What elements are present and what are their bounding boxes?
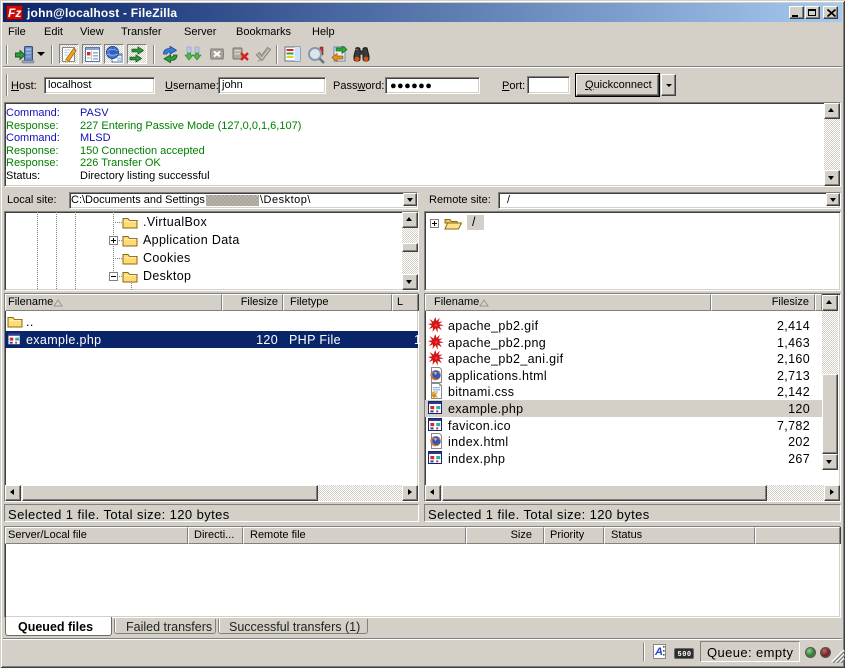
svg-text:A: A: [654, 646, 663, 658]
